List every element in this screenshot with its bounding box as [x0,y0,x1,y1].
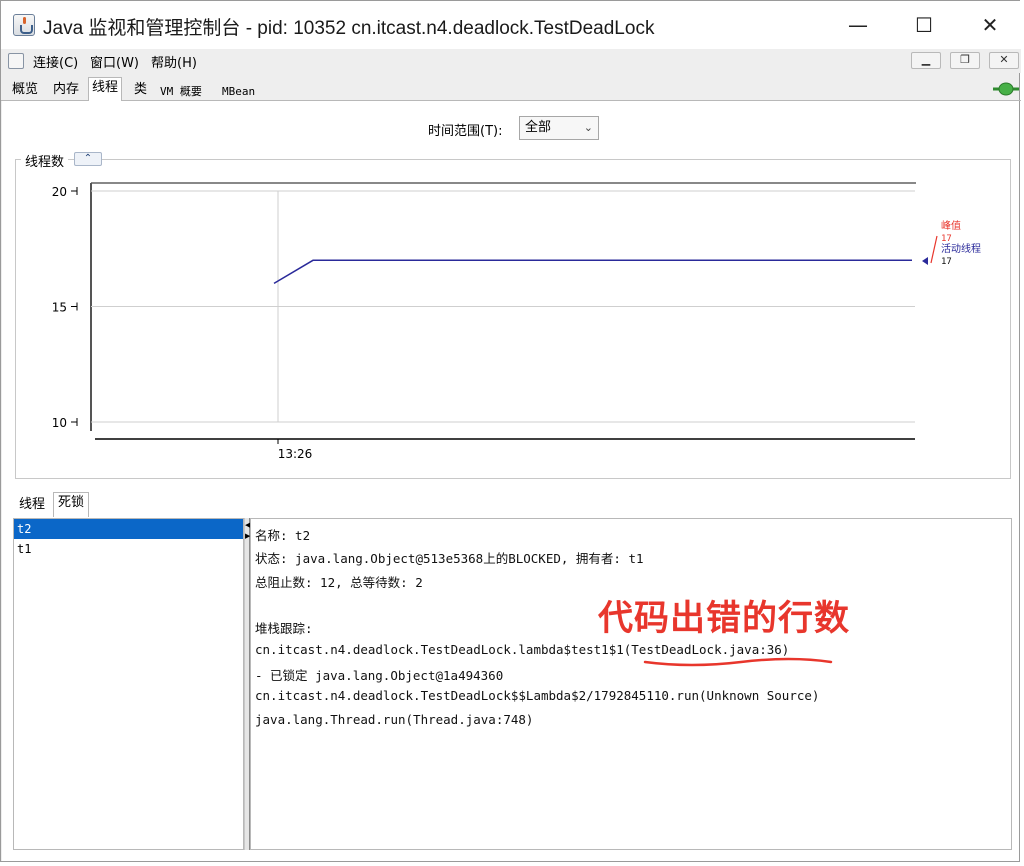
thread-detail-panel: 名称: t2 状态: java.lang.Object@513e5368上的BL… [250,518,1012,850]
thread-name-line: 名称: t2 [255,528,311,543]
y-tick-label: 10 [52,416,67,430]
legend-value: 17 [941,234,952,244]
subtab-threads[interactable]: 线程 [15,495,49,517]
stack-trace-label: 堆栈跟踪: [255,621,313,636]
deadlock-thread-list: t2 t1 [13,518,244,850]
stack-frame: cn.itcast.n4.deadlock.TestDeadLock.lambd… [255,642,790,657]
legend-label: 活动线程 [941,242,981,255]
list-item[interactable]: t2 [14,519,243,539]
annotation-underline [643,657,833,667]
x-tick-label: 13:26 [278,447,313,461]
jconsole-window: Java 监视和管理控制台 - pid: 10352 cn.itcast.n4.… [0,0,1021,862]
stack-frame: cn.itcast.n4.deadlock.TestDeadLock$$Lamb… [255,688,820,703]
series-line-active-threads [273,259,912,285]
list-item[interactable]: t1 [14,539,243,559]
legend-current-marker [922,257,928,265]
legend-peak-marker [930,235,938,264]
legend-label: 峰值 [941,219,961,232]
y-tick-label: 20 [52,185,67,199]
thread-counts-line: 总阻止数: 12, 总等待数: 2 [255,575,423,590]
y-tick-label: 15 [52,301,67,315]
stack-frame: - 已锁定 java.lang.Object@1a494360 [255,668,504,683]
thread-count-chart: 10152013:26峰值17活动线程17 [52,182,981,461]
thread-state-line: 状态: java.lang.Object@513e5368上的BLOCKED, … [255,551,644,566]
subtab-deadlock[interactable]: 死锁 [53,492,90,517]
annotation-text: 代码出错的行数 [598,599,851,639]
stack-frame: java.lang.Thread.run(Thread.java:748) [255,712,534,727]
legend-value: 17 [941,257,952,267]
